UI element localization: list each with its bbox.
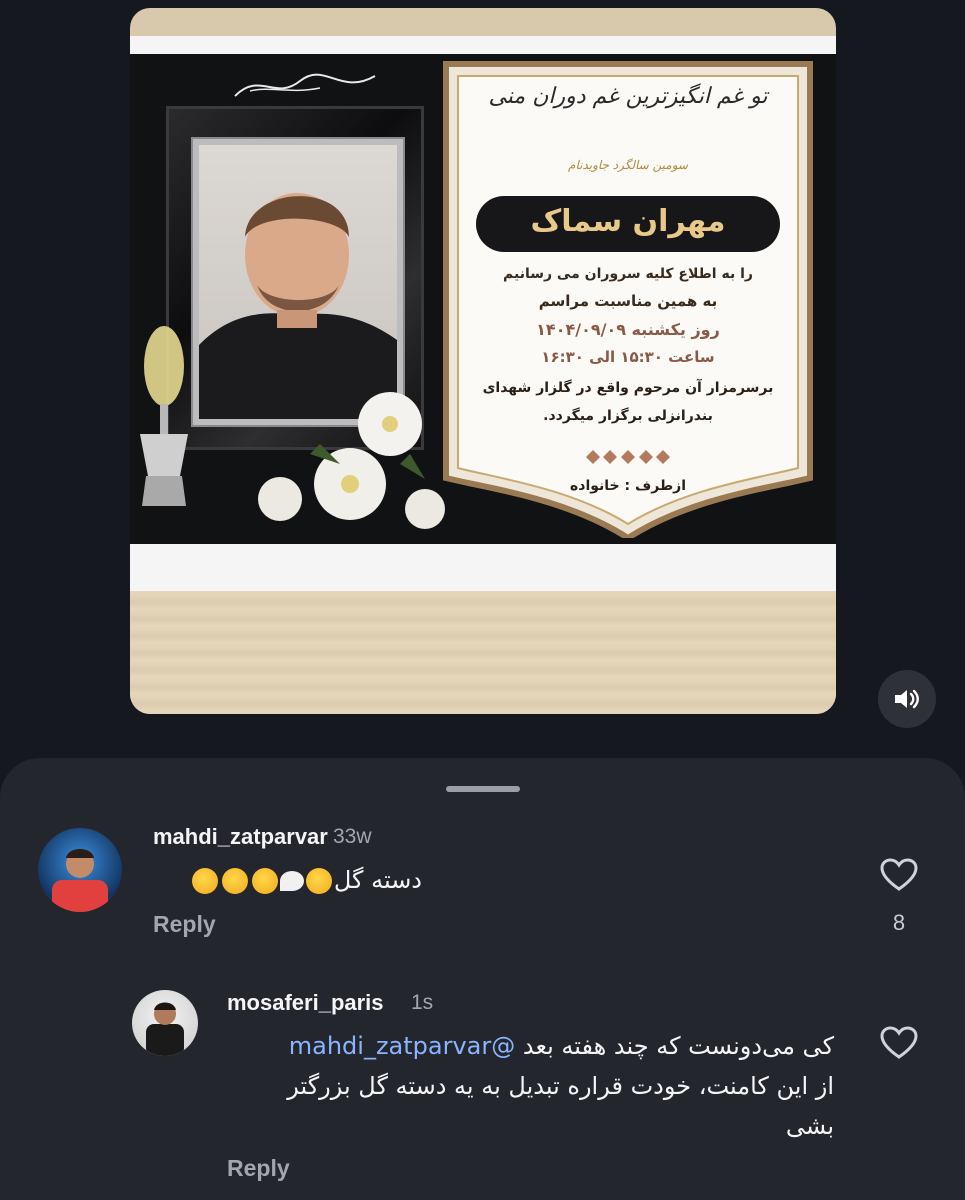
emoji-trail [190, 866, 334, 894]
post-media[interactable]: تو غم انگیزترین غم دوران منی سومین سالگر… [130, 8, 836, 714]
pensive-face-icon [191, 868, 218, 894]
comment-text: کی می‌دونست که چند هفته بعد @mahdi_zatpa… [224, 1026, 834, 1146]
heart-icon[interactable] [880, 1026, 918, 1060]
comment-time: 33w [333, 825, 372, 848]
notice-from: ازطرف : خانواده [570, 478, 686, 494]
speaker-icon [895, 689, 919, 709]
comment-line-1: کی می‌دونست که چند هفته بعد [522, 1032, 834, 1060]
diamond-ornament [586, 450, 670, 464]
comment-username[interactable]: mosaferi_paris [227, 990, 384, 1016]
reply-button[interactable]: Reply [153, 911, 216, 938]
deceased-name: مهران سماک [530, 204, 726, 239]
portrait-photo [199, 145, 397, 419]
notice-line-2: به همین مناسبت مراسم [538, 292, 718, 310]
mention-link[interactable]: @mahdi_zatparvar [289, 1032, 516, 1060]
comment-username[interactable]: mahdi_zatparvar [153, 824, 328, 850]
notice-line-5: برسرمزار آن مرحوم واقع در گلزار شهدای [482, 380, 774, 396]
lantern-icon [140, 326, 188, 506]
pensive-face-icon [251, 868, 278, 894]
notice-date: روز یکشنبه ۱۴۰۴/۰۹/۰۹ [536, 320, 720, 339]
notice-line-1: را به اطلاع کلیه سروران می رسانیم [503, 266, 753, 282]
avatar[interactable] [132, 990, 198, 1056]
dove-icon [279, 871, 304, 891]
sound-toggle-button[interactable] [878, 670, 936, 728]
comments-sheet: mahdi_zatparvar 33w دسته گل Reply 8 mosa… [0, 758, 965, 1200]
heart-icon[interactable] [880, 858, 918, 892]
notice-subtitle: سومین سالگرد جاویدنام [568, 158, 688, 172]
crying-face-icon [305, 868, 332, 894]
memorial-notice: تو غم انگیزترین غم دوران منی سومین سالگر… [440, 58, 816, 538]
comment-text: دسته گل [150, 860, 422, 900]
memorial-card: تو غم انگیزترین غم دوران منی سومین سالگر… [130, 54, 836, 544]
avatar[interactable] [38, 828, 122, 912]
notice-line-6: بندرانزلی برگزار میگردد. [543, 408, 713, 424]
white-flowers [258, 392, 445, 529]
calligraphy-ornament [234, 73, 376, 97]
comment-time: 1s [411, 991, 434, 1014]
comment-line-2: از این کامنت، خودت قراره تبدیل به یه دست… [287, 1072, 834, 1100]
notice-calligraphy: تو غم انگیزترین غم دوران منی [488, 84, 768, 109]
reply-button[interactable]: Reply [227, 1155, 290, 1182]
pensive-face-icon [221, 868, 248, 894]
comment-body: دسته گل [333, 866, 422, 894]
comment-line-3: بشی [785, 1112, 834, 1140]
wood-surface [130, 591, 836, 714]
like-count: 8 [892, 910, 906, 935]
notice-time: ساعت ۱۵:۳۰ الی ۱۶:۳۰ [541, 348, 715, 366]
sheet-drag-handle[interactable] [446, 786, 520, 792]
